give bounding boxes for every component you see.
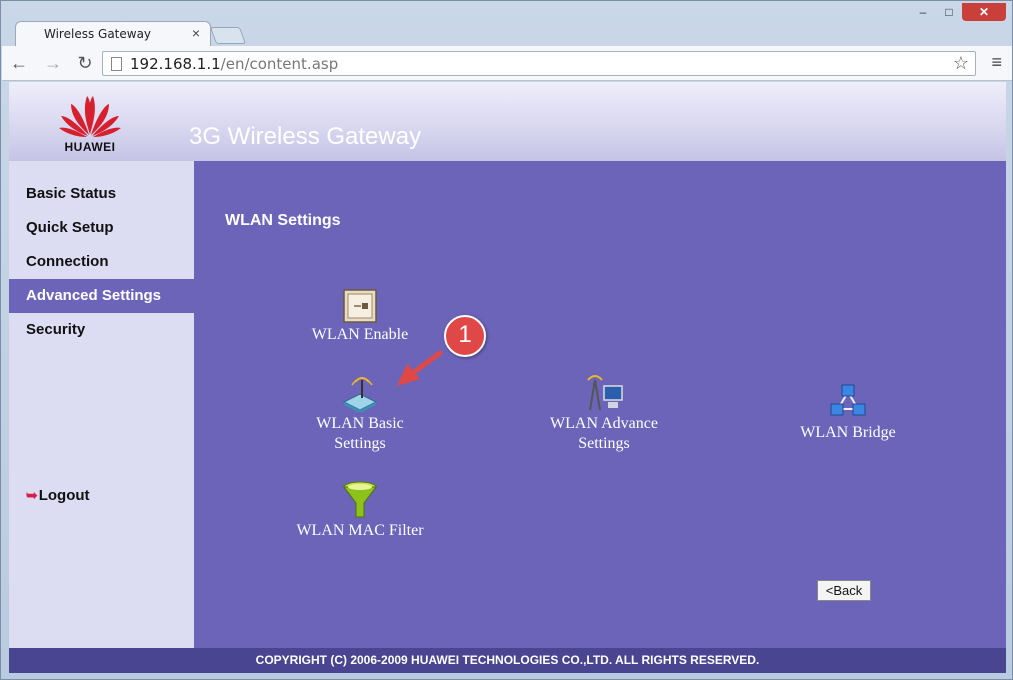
tile-wlan-advance-settings[interactable]: WLAN Advance Settings <box>529 372 679 454</box>
copyright-footer: COPYRIGHT (C) 2006-2009 HUAWEI TECHNOLOG… <box>9 648 1006 673</box>
logout-label: Logout <box>38 487 90 504</box>
sidebar-item-security[interactable]: Security <box>9 313 194 347</box>
main-content: WLAN Settings WLAN Enable WLAN Basic Set… <box>194 161 1006 648</box>
funnel-filter-icon <box>343 481 377 518</box>
antenna-computer-icon <box>587 375 623 411</box>
browser-toolbar: ← → ↻ 192.168.1.1/en/content.asp ☆ ≡ <box>2 46 1012 81</box>
huawei-logo: HUAWEI <box>55 90 125 154</box>
section-title: WLAN Settings <box>225 212 341 229</box>
logout-link[interactable]: ➥Logout <box>26 487 90 504</box>
tile-label: WLAN Bridge <box>800 424 896 441</box>
tab-close-icon[interactable]: × <box>192 25 200 41</box>
logout-arrow-icon: ➥ <box>26 487 38 503</box>
tile-wlan-basic-settings[interactable]: WLAN Basic Settings <box>285 372 435 454</box>
wireless-router-icon <box>342 377 378 412</box>
browser-window: Wireless Gateway × – □ ✕ ← → ↻ 192.168.1… <box>0 0 1013 680</box>
sidebar: Basic Status Quick Setup Connection Adva… <box>9 161 194 648</box>
back-button[interactable]: <Back <box>817 580 871 601</box>
bookmark-star-icon[interactable]: ☆ <box>953 53 969 74</box>
sidebar-item-basic-status[interactable]: Basic Status <box>9 177 194 211</box>
tile-label: WLAN MAC Filter <box>296 522 424 539</box>
url-text[interactable]: 192.168.1.1/en/content.asp <box>130 55 338 73</box>
tile-wlan-mac-filter[interactable]: WLAN MAC Filter <box>285 481 435 541</box>
page-viewport: HUAWEI 3G Wireless Gateway Basic Status … <box>9 82 1006 673</box>
address-bar[interactable]: 192.168.1.1/en/content.asp ☆ <box>102 51 976 76</box>
switch-icon <box>343 289 377 323</box>
maximize-button[interactable]: □ <box>936 3 962 21</box>
header-banner: HUAWEI 3G Wireless Gateway <box>9 82 1006 161</box>
sidebar-item-quick-setup[interactable]: Quick Setup <box>9 211 194 245</box>
reload-icon[interactable]: ↻ <box>74 52 96 74</box>
tile-label: WLAN Advance Settings <box>550 415 658 452</box>
huawei-petals-icon <box>59 96 121 137</box>
tile-wlan-enable[interactable]: WLAN Enable <box>285 289 435 345</box>
logo-text: HUAWEI <box>64 140 116 154</box>
page-title: 3G Wireless Gateway <box>189 123 422 150</box>
annotation-step-badge: 1 <box>444 315 486 357</box>
sidebar-item-connection[interactable]: Connection <box>9 245 194 279</box>
page-icon <box>111 57 122 71</box>
tile-wlan-bridge[interactable]: WLAN Bridge <box>773 383 923 443</box>
browser-tab[interactable]: Wireless Gateway × <box>15 21 211 46</box>
tile-label: WLAN Basic Settings <box>316 415 404 452</box>
new-tab-button[interactable] <box>209 27 247 44</box>
close-window-button[interactable]: ✕ <box>962 3 1006 21</box>
forward-arrow-icon[interactable]: → <box>42 52 64 74</box>
sidebar-item-advanced-settings[interactable]: Advanced Settings <box>9 279 194 313</box>
back-arrow-icon[interactable]: ← <box>8 52 30 74</box>
tile-label: WLAN Enable <box>311 326 409 343</box>
window-controls: – □ ✕ <box>910 3 1006 21</box>
browser-menu-icon[interactable]: ≡ <box>991 52 1002 73</box>
network-bridge-icon <box>830 384 866 416</box>
tab-title: Wireless Gateway <box>44 27 152 41</box>
minimize-button[interactable]: – <box>910 3 936 21</box>
